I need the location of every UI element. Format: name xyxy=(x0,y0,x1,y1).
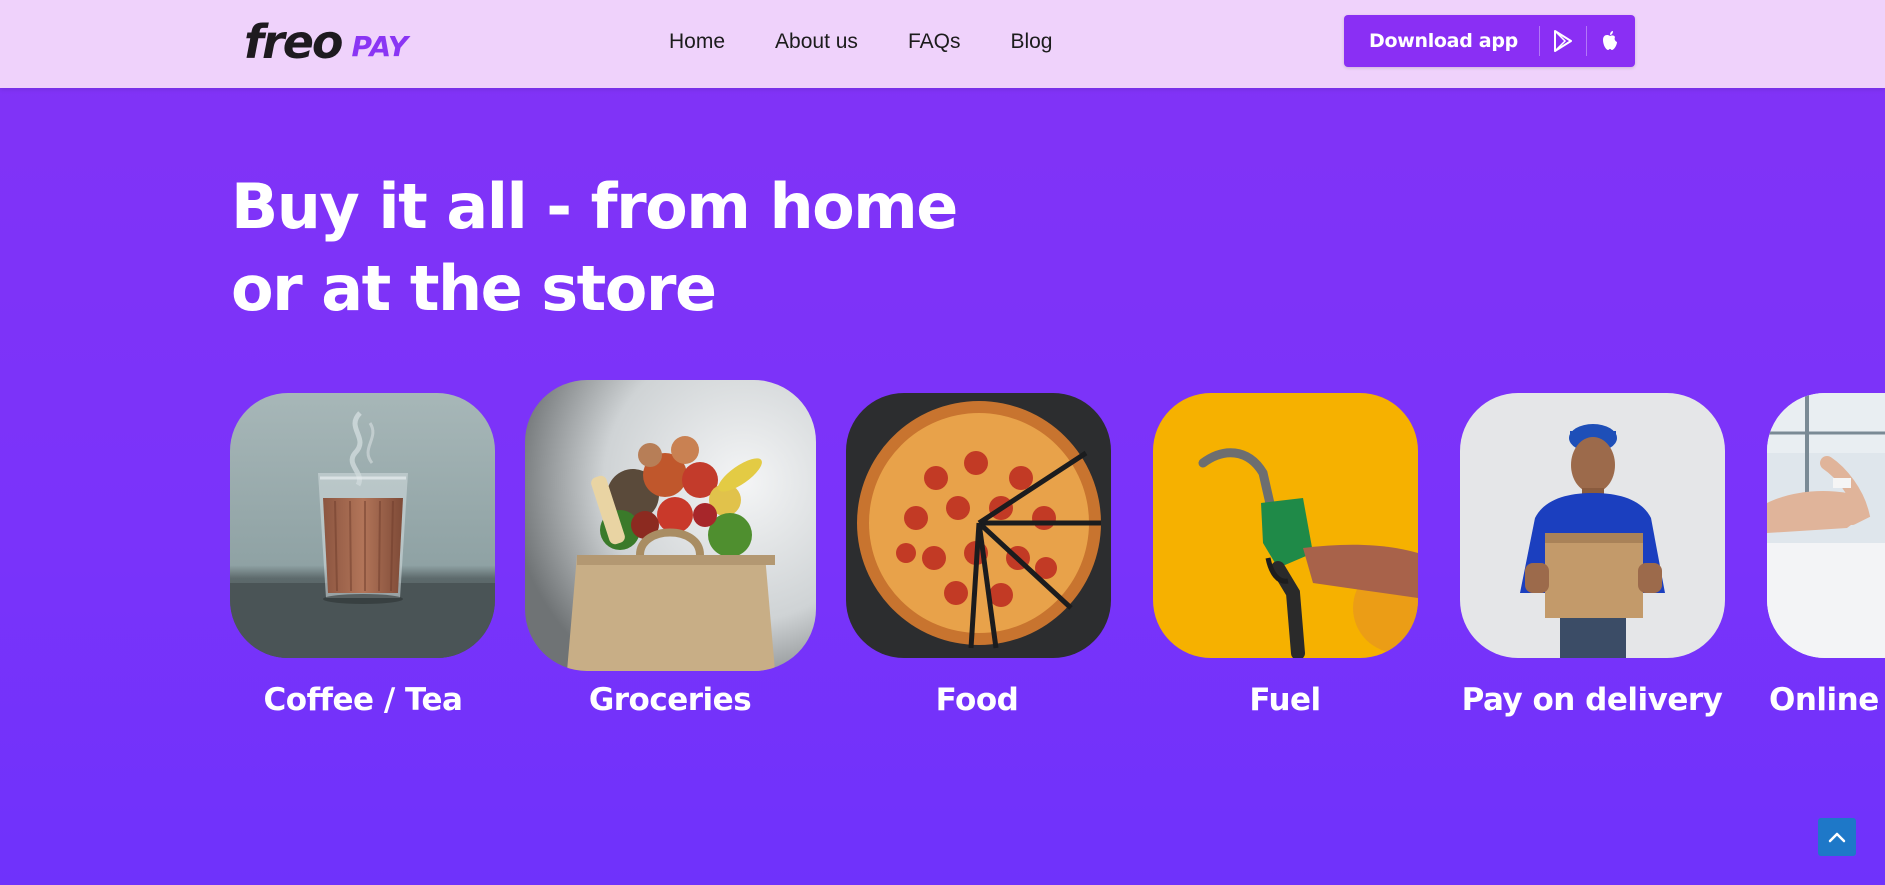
fuel-label: Fuel xyxy=(1249,682,1321,718)
logo-pay: PAY xyxy=(351,29,409,63)
scroll-to-top-button[interactable] xyxy=(1818,818,1856,856)
pepperoni-pizza-image xyxy=(846,393,1111,658)
logo-word: freo xyxy=(244,15,343,69)
hero-title: Buy it all - from home or at the store xyxy=(231,166,991,330)
nav-home[interactable]: Home xyxy=(669,28,725,55)
online-shopping-label: Online s xyxy=(1769,682,1885,718)
chevron-up-icon xyxy=(1828,832,1846,843)
groceries-label: Groceries xyxy=(588,682,752,718)
nav-blog[interactable]: Blog xyxy=(1010,28,1052,55)
coffee-tea-card[interactable] xyxy=(230,393,495,658)
fuel-nozzle-image xyxy=(1153,393,1418,658)
hero-title-line-2: or at the store xyxy=(231,252,717,325)
site-header: freo PAY Home About us FAQs Blog Downloa… xyxy=(0,0,1885,88)
page: freo PAY Home About us FAQs Blog Downloa… xyxy=(0,0,1885,885)
grocery-bag-image xyxy=(525,380,816,671)
online-shopping-image xyxy=(1767,393,1885,658)
play-store-icon[interactable] xyxy=(1540,15,1586,67)
chai-glass-image xyxy=(230,393,495,658)
online-shopping-card[interactable] xyxy=(1767,393,1885,658)
download-app-label: Download app xyxy=(1369,30,1518,52)
coffee-tea-label: Coffee / Tea xyxy=(263,682,463,718)
food-card[interactable] xyxy=(846,393,1111,658)
main-nav: Home About us FAQs Blog xyxy=(669,28,1102,55)
delivery-man-image xyxy=(1460,393,1725,658)
fuel-card[interactable] xyxy=(1153,393,1418,658)
hero-title-line-1: Buy it all - from home xyxy=(231,170,958,243)
freo-pay-logo[interactable]: freo PAY xyxy=(244,14,408,70)
nav-faqs[interactable]: FAQs xyxy=(908,28,961,55)
groceries-card[interactable] xyxy=(525,380,816,671)
pay-on-delivery-label: Pay on delivery xyxy=(1461,682,1723,718)
apple-icon[interactable] xyxy=(1587,15,1633,67)
pay-on-delivery-card[interactable] xyxy=(1460,393,1725,658)
nav-about-us[interactable]: About us xyxy=(775,28,858,55)
food-label: Food xyxy=(935,682,1019,718)
download-app-button[interactable]: Download app xyxy=(1344,15,1635,67)
